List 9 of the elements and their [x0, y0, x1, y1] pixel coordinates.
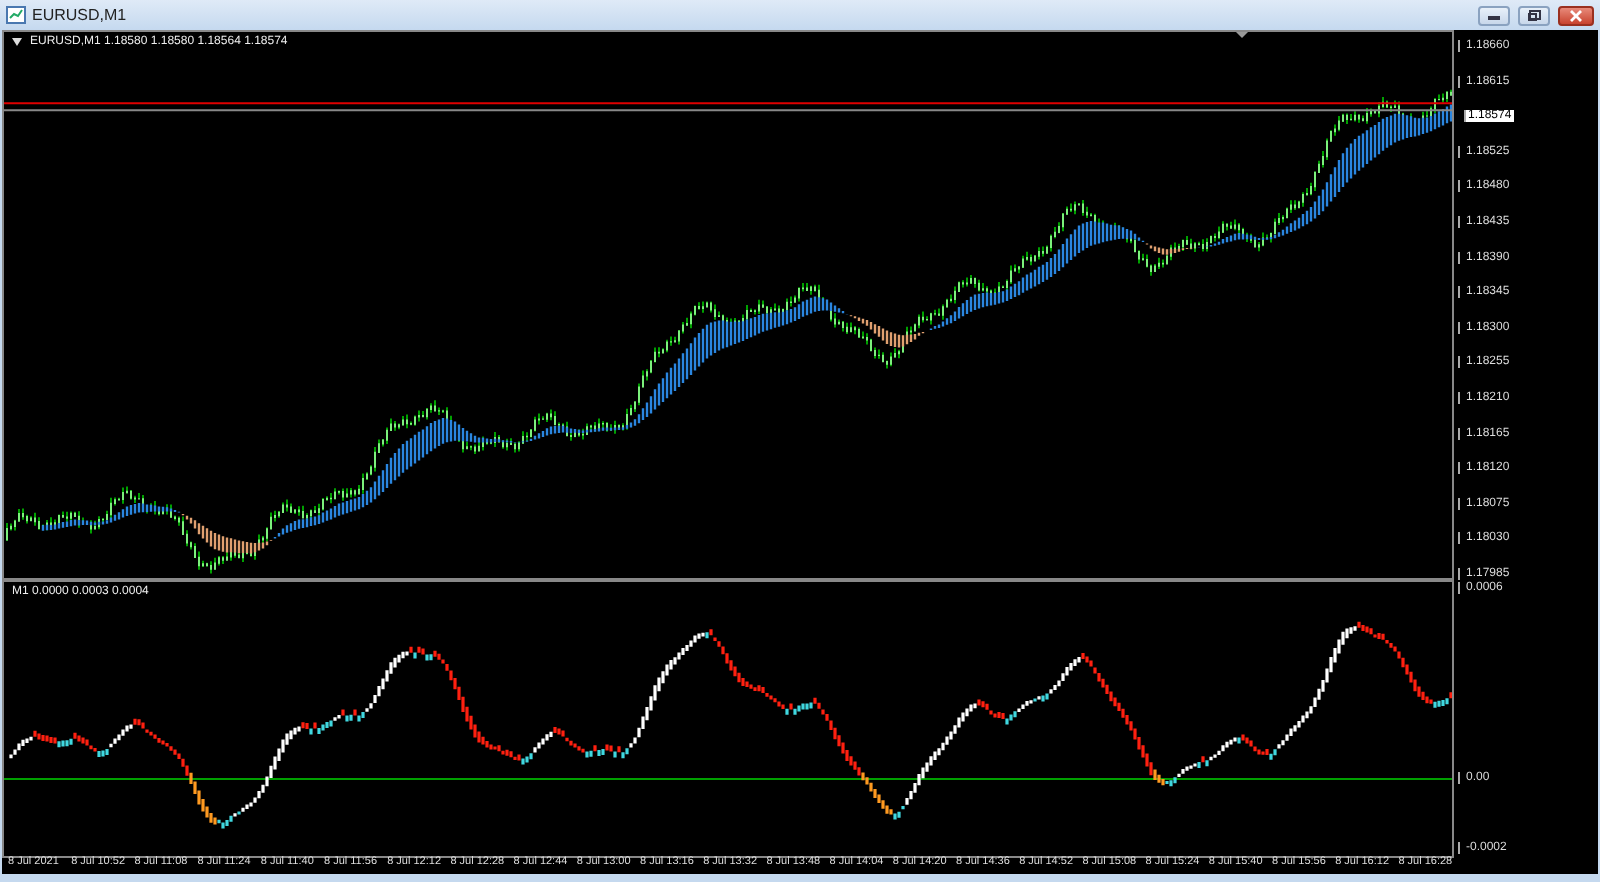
close-icon — [1570, 9, 1582, 21]
minimize-icon — [1488, 11, 1500, 19]
restore-icon — [1527, 9, 1541, 21]
close-button[interactable] — [1558, 5, 1594, 25]
minimize-button[interactable] — [1478, 5, 1510, 25]
window-title: EURUSD,M1 — [32, 7, 127, 23]
window-icon — [6, 6, 26, 24]
restore-button[interactable] — [1518, 5, 1550, 25]
dropdown-triangle-icon[interactable] — [12, 38, 22, 46]
